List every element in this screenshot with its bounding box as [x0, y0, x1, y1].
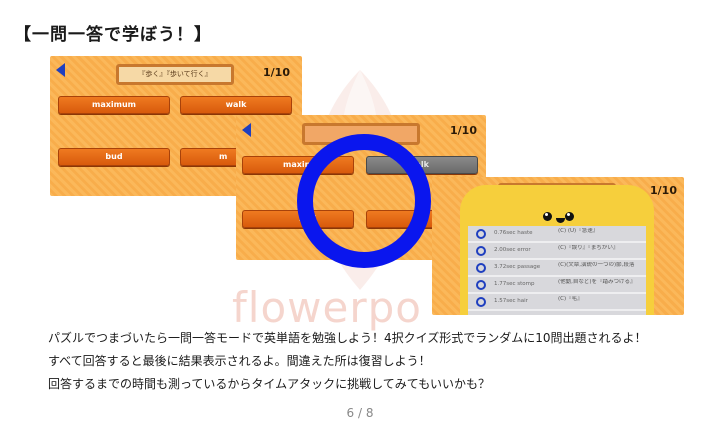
- page-heading: 【一問一答で学ぼう！】: [14, 25, 212, 45]
- result-meaning: (C) (U)『急速』: [558, 228, 599, 234]
- description-line-2: すべて回答すると最後に結果表示されるよ。間違えた所は復習しよう！: [48, 354, 431, 368]
- choice-button-2[interactable]: walk: [180, 96, 292, 114]
- back-arrow-icon[interactable]: [242, 123, 251, 137]
- question-prompt: 『歩く』『歩いて行く』: [116, 64, 234, 85]
- result-time-word: 1.77sec stomp: [494, 281, 535, 287]
- watermark-text: flowerpo: [232, 283, 422, 332]
- correct-circle-icon: [476, 246, 486, 256]
- question-counter: 1/10: [263, 66, 290, 79]
- result-time-word: 0.76sec haste: [494, 230, 533, 236]
- description-line-3: 回答するまでの時間も測っているからタイムアタックに挑戦してみてもいいかも？: [48, 377, 490, 391]
- description-text: パズルでつまづいたら一問一答モードで英単語を勉強しよう！4択クイズ形式でランダム…: [48, 327, 647, 396]
- back-arrow-icon[interactable]: [56, 63, 65, 77]
- correct-circle-icon: [476, 280, 486, 290]
- result-meaning: (C)(文章,演説の一つの)節,段落: [558, 262, 635, 268]
- question-counter: 1/10: [650, 184, 677, 197]
- result-row: 1.77sec stomp (他動,自など)を『踏みつける』: [468, 277, 646, 294]
- result-time-word: 3.72sec passage: [494, 264, 541, 270]
- result-time-word: 1.57sec hair: [494, 298, 528, 304]
- results-list: 0.76sec haste (C) (U)『急速』 2.00sec error …: [468, 226, 646, 315]
- choice-button-1[interactable]: maximum: [58, 96, 170, 114]
- result-meaning: (他動,自など)を『踏みつける』: [558, 279, 636, 285]
- result-time-word: 2.00sec error: [494, 247, 531, 253]
- result-meaning: (C)『誤り』『まちがい』: [558, 245, 619, 251]
- mascot-mouth-icon: [556, 218, 565, 223]
- correct-circle-icon: [476, 263, 486, 273]
- correct-circle-icon: [476, 229, 486, 239]
- mascot-eye-icon: [565, 212, 574, 221]
- highlight-ring: [297, 134, 431, 268]
- result-row: 3.72sec passage (C)(文章,演説の一つの)節,段落: [468, 260, 646, 277]
- correct-circle-icon: [476, 297, 486, 307]
- description-line-1: パズルでつまづいたら一問一答モードで英単語を勉強しよう！4択クイズ形式でランダム…: [48, 331, 647, 345]
- quiz-result-screen: 1/10 0.76sec haste (C) (U)『急速』 2.00sec e…: [432, 177, 684, 315]
- result-row: 1.57sec hair (C)『毛』: [468, 294, 646, 311]
- result-row: 2.00sec error (C)『誤り』『まちがい』: [468, 243, 646, 260]
- page-indicator: 6 / 8: [346, 406, 374, 420]
- choice-button-3[interactable]: bud: [58, 148, 170, 166]
- result-row: 0.76sec haste (C) (U)『急速』: [468, 226, 646, 243]
- result-meaning: (C)『毛』: [558, 296, 583, 302]
- mascot-eye-icon: [543, 212, 552, 221]
- question-counter: 1/10: [450, 124, 477, 137]
